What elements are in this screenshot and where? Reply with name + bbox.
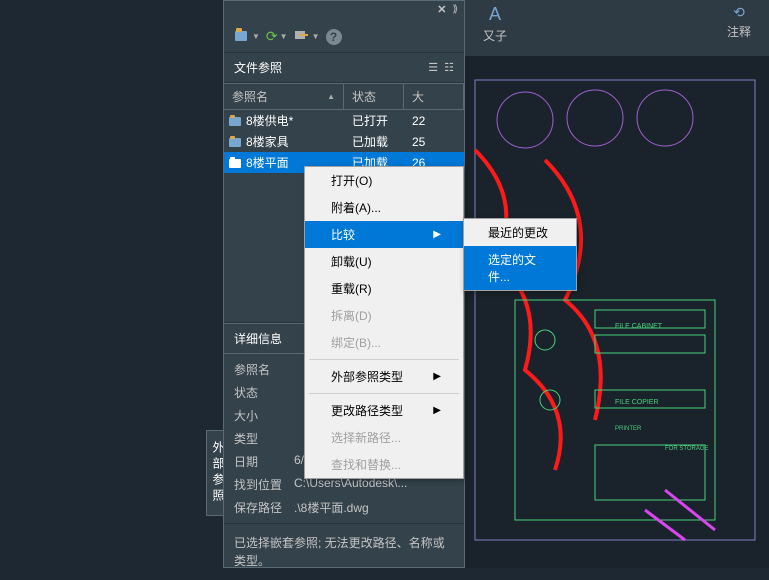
- detail-label: 日期: [234, 453, 294, 470]
- list-view-icon[interactable]: ☰: [428, 61, 438, 74]
- ribbon: A 又子 ⟲ 注释: [465, 0, 769, 56]
- table-row[interactable]: 8楼家具 已加载 25: [224, 131, 464, 152]
- menu-item-label: 比较: [331, 226, 355, 243]
- svg-text:PRINTER: PRINTER: [615, 426, 642, 432]
- table-row[interactable]: 8楼供电* 已打开 22: [224, 110, 464, 131]
- menu-item-label: 附着(A)...: [331, 199, 381, 216]
- detail-label: 保存路径: [234, 499, 294, 516]
- menu-item-label: 卸载(U): [331, 253, 372, 270]
- ribbon-group-anno[interactable]: ⟲ 注释: [727, 4, 751, 40]
- help-icon[interactable]: ?: [326, 29, 342, 45]
- svg-text:FILE COPIER: FILE COPIER: [615, 399, 659, 406]
- row-name: 8楼供电*: [246, 112, 293, 129]
- chevron-down-icon: ▼: [280, 32, 288, 41]
- chevron-down-icon: ▼: [312, 32, 320, 41]
- menu-item-label: 打开(O): [331, 172, 372, 189]
- detail-label: 找到位置: [234, 476, 294, 493]
- sort-asc-icon: ▲: [327, 92, 335, 101]
- panel-toolbar: ▼ ⟳ ▼ ▼ ?: [224, 21, 464, 53]
- pin-icon[interactable]: ⟫: [452, 4, 458, 15]
- undo-icon: ⟲: [733, 4, 745, 21]
- menu-item[interactable]: 打开(O): [305, 167, 463, 194]
- ribbon-label: 注释: [727, 23, 751, 40]
- menu-item[interactable]: 卸载(U): [305, 248, 463, 275]
- refresh-button[interactable]: ⟳ ▼: [266, 28, 288, 45]
- context-menu: 打开(O) 附着(A)... 比较 ▶ 卸载(U) 重载(R) 拆离(D) 绑定(B)... 外…: [304, 166, 464, 479]
- refresh-icon: ⟳: [266, 28, 278, 45]
- dwg-file-icon: [228, 136, 242, 148]
- path-button[interactable]: ▼: [294, 27, 320, 46]
- detail-row: 保存路径 .\8楼平面.dwg: [224, 496, 464, 519]
- row-size: 22: [412, 114, 464, 128]
- column-status[interactable]: 状态: [344, 84, 404, 109]
- ribbon-group-text[interactable]: A 又子: [483, 4, 507, 44]
- close-icon[interactable]: ✕: [437, 3, 446, 16]
- menu-item: 查找和替换...: [305, 451, 463, 478]
- submenu-item[interactable]: 最近的更改: [464, 219, 576, 246]
- footer-message: 已选择嵌套参照; 无法更改路径、名称或类型。: [224, 523, 464, 580]
- menu-item-label: 拆离(D): [331, 307, 372, 324]
- menu-item: 选择新路径...: [305, 424, 463, 451]
- attach-button[interactable]: ▼: [234, 27, 260, 46]
- detail-label: 参照名: [234, 361, 294, 378]
- menu-item[interactable]: 比较 ▶: [305, 221, 463, 248]
- details-title: 详细信息: [234, 330, 282, 347]
- submenu-item[interactable]: 选定的文件...: [464, 246, 576, 290]
- menu-item[interactable]: 附着(A)...: [305, 194, 463, 221]
- chevron-right-icon: ▶: [433, 405, 441, 416]
- menu-separator: [309, 359, 459, 360]
- menu-item: 绑定(B)...: [305, 329, 463, 356]
- svg-text:FILE CABINET: FILE CABINET: [615, 323, 663, 330]
- detail-label: 大小: [234, 407, 294, 424]
- table-body: 8楼供电* 已打开 22 8楼家具 已加载 25 8楼平面 已加载 26: [224, 110, 464, 173]
- row-name: 8楼平面: [246, 154, 289, 171]
- table-header: 参照名 ▲ 状态 大: [224, 83, 464, 110]
- menu-item-label: 外部参照类型: [331, 368, 403, 385]
- row-size: 25: [412, 135, 464, 149]
- row-status: 已加载: [352, 133, 412, 150]
- menu-item-label: 更改路径类型: [331, 402, 403, 419]
- menu-item[interactable]: 外部参照类型 ▶: [305, 363, 463, 390]
- column-size[interactable]: 大: [404, 84, 464, 109]
- attach-icon: [234, 27, 250, 46]
- detail-label: 类型: [234, 430, 294, 447]
- detail-value: .\8楼平面.dwg: [294, 499, 454, 516]
- row-name: 8楼家具: [246, 133, 289, 150]
- ribbon-label: 又子: [483, 27, 507, 44]
- svg-text:FOR STORAGE: FOR STORAGE: [665, 446, 709, 452]
- detail-label: 状态: [234, 384, 294, 401]
- menu-item-label: 重载(R): [331, 280, 372, 297]
- menu-separator: [309, 393, 459, 394]
- chevron-right-icon: ▶: [433, 229, 441, 240]
- chevron-right-icon: ▶: [433, 371, 441, 382]
- menu-item-label: 绑定(B)...: [331, 334, 381, 351]
- tree-view-icon[interactable]: ☷: [444, 61, 454, 74]
- column-name[interactable]: 参照名 ▲: [224, 84, 344, 109]
- menu-item[interactable]: 更改路径类型 ▶: [305, 397, 463, 424]
- panel-title-bar: 文件参照 ☰ ☷: [224, 53, 464, 83]
- dwg-file-icon: [228, 115, 242, 127]
- text-icon: A: [489, 4, 501, 25]
- menu-item[interactable]: 重载(R): [305, 275, 463, 302]
- menu-item-label: 查找和替换...: [331, 456, 401, 473]
- menu-item-label: 选择新路径...: [331, 429, 401, 446]
- chevron-down-icon: ▼: [252, 32, 260, 41]
- panel-title: 文件参照: [234, 59, 282, 76]
- menu-item: 拆离(D): [305, 302, 463, 329]
- row-status: 已打开: [352, 112, 412, 129]
- dwg-file-icon: [228, 157, 242, 169]
- context-submenu: 最近的更改选定的文件...: [463, 218, 577, 291]
- path-icon: [294, 27, 310, 46]
